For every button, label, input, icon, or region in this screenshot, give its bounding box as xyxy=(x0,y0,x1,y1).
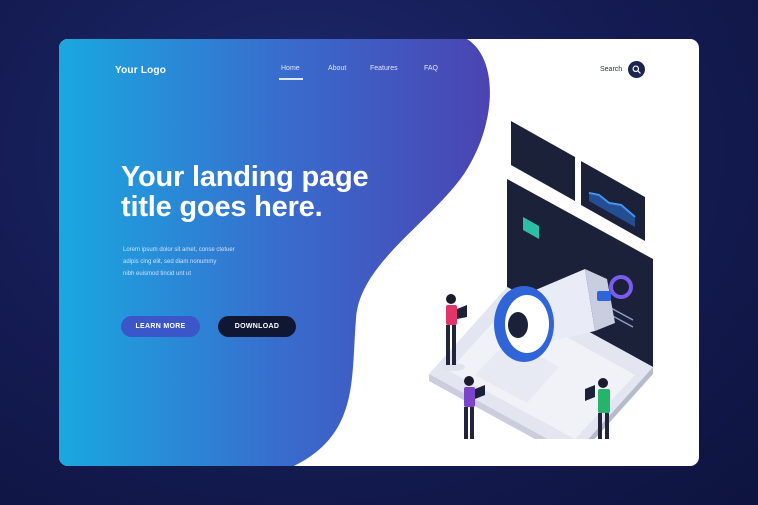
hero-title-line-1: Your landing page xyxy=(121,161,369,193)
marketing-illustration xyxy=(429,121,653,439)
hero-title: Your landing page title goes here. xyxy=(121,162,421,222)
search-button[interactable] xyxy=(628,61,645,78)
landing-page-card: Your Logo Home About Features FAQ Search… xyxy=(59,39,699,466)
download-button[interactable]: DOWNLOAD xyxy=(218,316,296,337)
learn-more-button[interactable]: LEARN MORE xyxy=(121,316,200,337)
search-label[interactable]: Search xyxy=(600,66,622,73)
hero-title-line-2: title goes here. xyxy=(121,191,323,223)
nav-item-faq[interactable]: FAQ xyxy=(424,65,438,72)
nav-item-about[interactable]: About xyxy=(328,65,346,72)
hero-description: Lorem ipsum dolor sit amet, conse ctetue… xyxy=(123,244,263,280)
nav-active-indicator xyxy=(279,78,303,80)
brand-logo[interactable]: Your Logo xyxy=(115,65,166,76)
hero-body-line-2: adipis cing elit, sed diam nonummy xyxy=(123,259,217,265)
hero-body-line-3: nibh euismod tincid unt ut xyxy=(123,271,192,277)
search-icon xyxy=(632,65,641,74)
nav-item-features[interactable]: Features xyxy=(370,65,398,72)
nav-item-home[interactable]: Home xyxy=(281,65,300,72)
hero-body-line-1: Lorem ipsum dolor sit amet, conse ctetue… xyxy=(123,247,235,253)
